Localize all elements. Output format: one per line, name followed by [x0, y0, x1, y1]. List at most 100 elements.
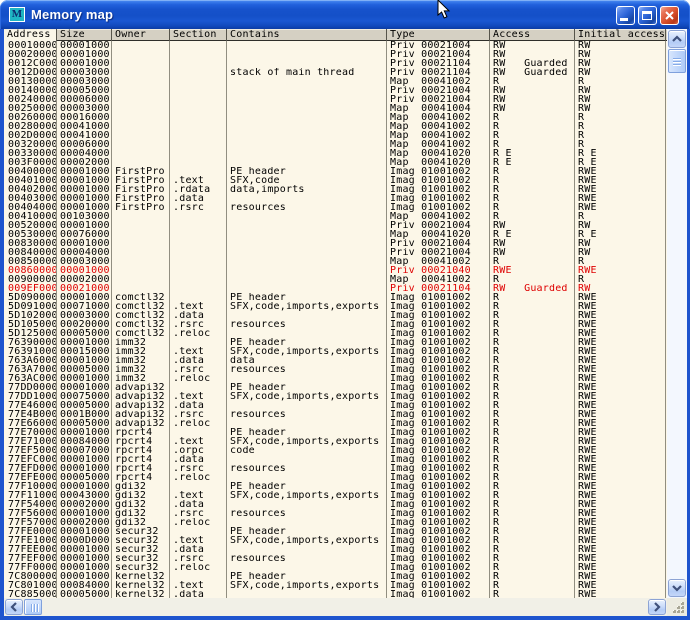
cell-contains — [227, 500, 387, 509]
table-row[interactable]: 77FF000000001000secur32.relocImag 010010… — [4, 563, 667, 572]
table-row[interactable]: 003F000000002000Map 00041020R ER E — [4, 158, 667, 167]
cell-owner: rpcrt4 — [112, 455, 170, 464]
cell-owner: FirstPro — [112, 167, 170, 176]
column-header-access[interactable]: Access — [490, 29, 575, 41]
table-row[interactable]: 0014000000005000Priv 00021004RWRW — [4, 86, 667, 95]
table-row[interactable]: 5D10200000003000comctl32.dataImag 010010… — [4, 311, 667, 320]
table-row[interactable]: 77E4B0000001B000advapi32.rsrcresourcesIm… — [4, 410, 667, 419]
table-row[interactable]: 77EFC00000001000rpcrt4.dataImag 01001002… — [4, 455, 667, 464]
column-header-contains[interactable]: Contains — [227, 29, 387, 41]
table-row[interactable]: 0012D00000003000stack of main threadPriv… — [4, 68, 667, 77]
table-row[interactable]: 77EF500000007000rpcrt4.orpccodeImag 0100… — [4, 446, 667, 455]
cell-contains: code — [227, 446, 387, 455]
table-row[interactable]: 0024000000006000Priv 00021004RWRW — [4, 95, 667, 104]
table-row[interactable]: 5D10500000020000comctl32.rsrcresourcesIm… — [4, 320, 667, 329]
table-row[interactable]: 0032000000006000Map 00041002RR — [4, 140, 667, 149]
table-row[interactable]: 0040200000001000FirstPro.rdatadata,impor… — [4, 185, 667, 194]
table-row[interactable]: 002D000000041000Map 00041002RR — [4, 131, 667, 140]
table-row[interactable]: 0086000000001000Priv 00021040RWERWE — [4, 266, 667, 275]
cell-type: Priv 00021104 — [387, 284, 490, 293]
table-row[interactable]: 77EFE00000005000rpcrt4.relocImag 0100100… — [4, 473, 667, 482]
cell-size: 00041000 — [57, 122, 112, 131]
table-row[interactable]: 009EF00000021000Priv 00021104RW GuardedR… — [4, 284, 667, 293]
table-row[interactable]: 7C88500000005000kernel32.dataImag 010010… — [4, 590, 667, 598]
table-row[interactable]: 5D12500000005000comctl32.relocImag 01001… — [4, 329, 667, 338]
resize-grip[interactable] — [667, 598, 687, 616]
cell-address: 002D0000 — [4, 131, 57, 140]
scroll-left-button[interactable] — [5, 599, 23, 615]
cell-size: 00006000 — [57, 140, 112, 149]
table-row[interactable]: 0040300000001000FirstPro.dataImag 010010… — [4, 194, 667, 203]
cell-contains — [227, 545, 387, 554]
table-row[interactable]: 77E4600000005000advapi32.dataImag 010010… — [4, 401, 667, 410]
table-row[interactable]: 0040400000001000FirstPro.rsrcresourcesIm… — [4, 203, 667, 212]
scroll-down-button[interactable] — [668, 579, 686, 597]
maximize-button[interactable] — [638, 6, 657, 25]
horizontal-scrollbar-thumb[interactable] — [24, 599, 42, 615]
column-header-owner[interactable]: Owner — [112, 29, 170, 41]
column-header-address[interactable]: Address — [4, 29, 57, 41]
table-row[interactable]: 0041000000103000Map 00041002RR — [4, 212, 667, 221]
table-row[interactable]: 77E6600000005000advapi32.relocImag 01001… — [4, 419, 667, 428]
cell-access: R — [490, 194, 575, 203]
table-row[interactable]: 0001000000001000Priv 00021004RWRW — [4, 41, 667, 50]
table-row[interactable]: 763AC00000001000imm32.relocImag 01001002… — [4, 374, 667, 383]
table-row[interactable]: 7639000000001000imm32PE headerImag 01001… — [4, 338, 667, 347]
table-row[interactable]: 0083000000001000Priv 00021004RWRW — [4, 239, 667, 248]
table-row[interactable]: 77F5400000002000gdi32.dataImag 01001002R… — [4, 500, 667, 509]
table-row[interactable]: 7C80000000001000kernel32PE headerImag 01… — [4, 572, 667, 581]
scroll-up-button[interactable] — [668, 30, 686, 48]
table-row[interactable]: 77FEE00000001000secur32.dataImag 0100100… — [4, 545, 667, 554]
table-row[interactable]: 77F1100000043000gdi32.textSFX,code,impor… — [4, 491, 667, 500]
minimize-button[interactable] — [616, 6, 635, 25]
cell-size: 00075000 — [57, 392, 112, 401]
table-row[interactable]: 0084000000004000Priv 00021004RWRW — [4, 248, 667, 257]
column-header-initial-access[interactable]: Initial access — [575, 29, 666, 41]
memory-map-app-icon[interactable]: M — [9, 7, 25, 22]
vertical-scrollbar-thumb[interactable] — [668, 49, 686, 73]
table-row[interactable]: 7639100000015000imm32.textSFX,code,impor… — [4, 347, 667, 356]
table-row[interactable]: 77DD100000075000advapi32.textSFX,code,im… — [4, 392, 667, 401]
close-button[interactable] — [660, 6, 679, 25]
table-row[interactable]: 0085000000003000Map 00041002RR — [4, 257, 667, 266]
cell-owner — [112, 239, 170, 248]
table-row[interactable]: 77F5700000002000gdi32.relocImag 01001002… — [4, 518, 667, 527]
horizontal-scrollbar[interactable] — [4, 598, 667, 616]
table-row[interactable]: 0040000000001000FirstProPE headerImag 01… — [4, 167, 667, 176]
table-row[interactable]: 0025000000003000Map 00041004RWRW — [4, 104, 667, 113]
column-header-size[interactable]: Size — [57, 29, 112, 41]
vertical-scrollbar[interactable] — [667, 29, 687, 598]
table-row[interactable]: 0053000000076000Map 00041020R ER E — [4, 230, 667, 239]
titlebar[interactable]: M Memory map — [0, 0, 690, 29]
table-row[interactable]: 0013000000003000Map 00041002RR — [4, 77, 667, 86]
cell-access: R — [490, 122, 575, 131]
table-row[interactable]: 77F1000000001000gdi32PE headerImag 01001… — [4, 482, 667, 491]
table-row[interactable]: 0028000000041000Map 00041002RR — [4, 122, 667, 131]
table-row[interactable]: 0052000000001000Priv 00021004RWRW — [4, 221, 667, 230]
column-header-type[interactable]: Type — [387, 29, 490, 41]
cell-initial-access: RW — [575, 239, 666, 248]
table-row[interactable]: 77F5600000001000gdi32.rsrcresourcesImag … — [4, 509, 667, 518]
cell-type: Priv 00021004 — [387, 41, 490, 50]
table-row[interactable]: 77E7000000001000rpcrt4PE headerImag 0100… — [4, 428, 667, 437]
table-row[interactable]: 763A600000001000imm32.datadataImag 01001… — [4, 356, 667, 365]
column-header-section[interactable]: Section — [170, 29, 227, 41]
table-row[interactable]: 7C80100000084000kernel32.textSFX,code,im… — [4, 581, 667, 590]
scroll-right-button[interactable] — [648, 599, 666, 615]
table-row[interactable]: 0002000000001000Priv 00021004RWRW — [4, 50, 667, 59]
table-row[interactable]: 0012C00000001000Priv 00021104RW GuardedR… — [4, 59, 667, 68]
cell-type: Imag 01001002 — [387, 500, 490, 509]
table-row[interactable]: 77EFD00000001000rpcrt4.rsrcresourcesImag… — [4, 464, 667, 473]
table-row[interactable]: 0090000000002000Map 00041002RR — [4, 275, 667, 284]
table-row[interactable]: 5D09100000071000comctl32.textSFX,code,im… — [4, 302, 667, 311]
table-row[interactable]: 0026000000016000Map 00041002RR — [4, 113, 667, 122]
table-row[interactable]: 763A700000005000imm32.rsrcresourcesImag … — [4, 365, 667, 374]
table-row[interactable]: 77E7100000084000rpcrt4.textSFX,code,impo… — [4, 437, 667, 446]
table-row[interactable]: 0040100000001000FirstPro.textSFX,codeIma… — [4, 176, 667, 185]
table-row[interactable]: 77FEF00000001000secur32.rsrcresourcesIma… — [4, 554, 667, 563]
table-row[interactable]: 77FE000000001000secur32PE headerImag 010… — [4, 527, 667, 536]
table-row[interactable]: 77DD000000001000advapi32PE headerImag 01… — [4, 383, 667, 392]
table-row[interactable]: 5D09000000001000comctl32PE headerImag 01… — [4, 293, 667, 302]
table-row[interactable]: 77FE10000000D000secur32.textSFX,code,imp… — [4, 536, 667, 545]
table-row[interactable]: 0033000000004000Map 00041020R ER E — [4, 149, 667, 158]
